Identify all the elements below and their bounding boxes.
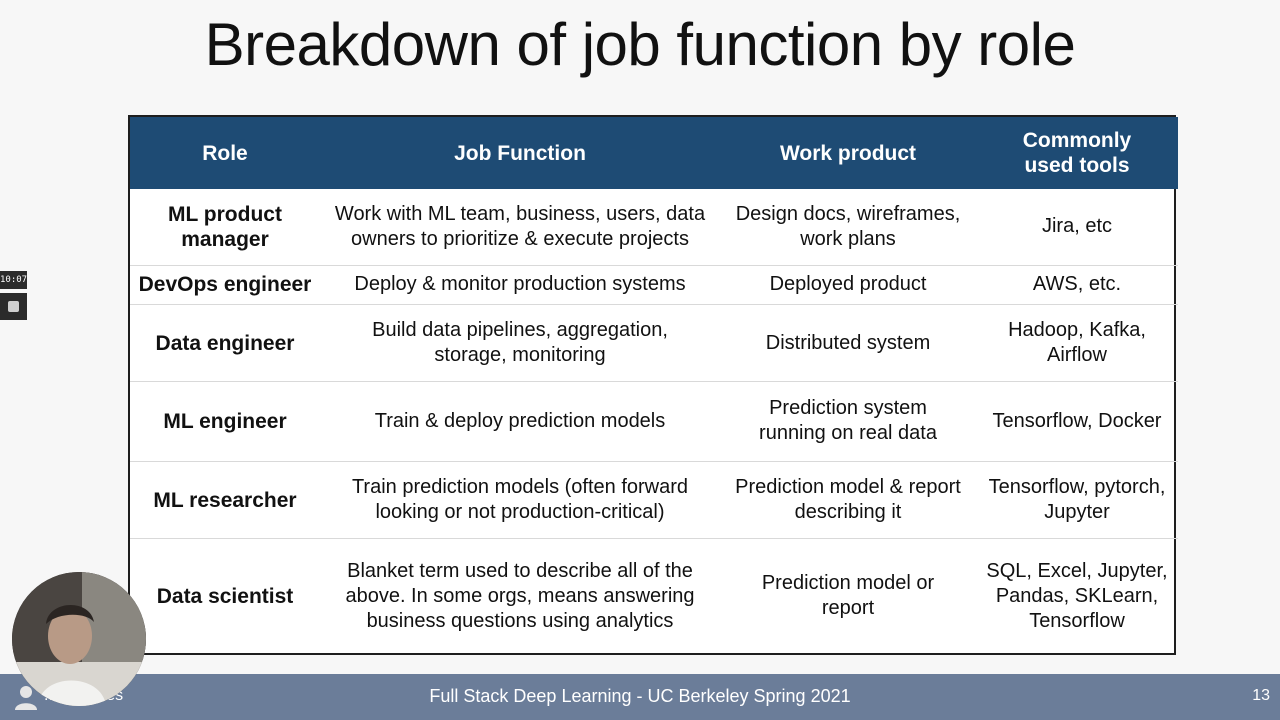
job-function-cell: Build data pipelines, aggregation, stora… — [372, 319, 668, 367]
header-job-function: Job Function — [454, 141, 586, 165]
work-product-text: Prediction system running on real data (… — [759, 396, 937, 448]
job-function-cell: Train & deploy prediction models — [374, 410, 666, 433]
work-product-cell: Prediction model & report describing it — [735, 476, 961, 524]
work-product-cell: Prediction model or report — [761, 572, 935, 620]
table-row: Data scientist Blanket term used to desc… — [130, 538, 1178, 653]
slide-title: Breakdown of job function by role — [204, 11, 1076, 78]
tools-cell: Jira, etc — [1041, 215, 1113, 238]
page-number: 13 — [1252, 687, 1270, 704]
role-cell: ML engineer — [163, 410, 287, 434]
role-cell: Data scientist — [156, 584, 294, 608]
tools-cell: SQL, Excel, Jupyter, Pandas, SKLearn, Te… — [986, 559, 1168, 632]
role-cell: ML product manager — [168, 202, 282, 251]
table-row: ML researcher Train prediction models (o… — [130, 461, 1178, 539]
stop-button[interactable] — [0, 293, 27, 320]
tools-cell: Tensorflow, Docker — [992, 410, 1162, 433]
work-product-cell: Distributed system — [765, 331, 931, 354]
header-role: Role — [202, 141, 248, 165]
job-function-cell: Blanket term used to describe all of the… — [345, 559, 695, 632]
table-row: ML engineer Train & deploy prediction mo… — [130, 381, 1178, 462]
tools-cell: Hadoop, Kafka, Airflow — [1008, 319, 1146, 367]
header-tools: Commonly used tools — [1022, 129, 1132, 177]
work-product-cell: Deployed product — [769, 273, 927, 296]
header-work-product: Work product — [779, 141, 917, 165]
presenter-image — [12, 572, 146, 706]
work-product-cell: Prediction system running on real data (… — [720, 382, 976, 462]
table-row: DevOps engineer Deploy & monitor product… — [130, 265, 1178, 304]
webcam-overlay — [12, 572, 146, 706]
role-cell: ML researcher — [153, 488, 297, 512]
job-function-cell: Work with ML team, business, users, data… — [334, 202, 706, 250]
table-row: ML product manager Work with ML team, bu… — [130, 189, 1178, 265]
tools-cell: Tensorflow, pytorch, Jupyter — [988, 476, 1166, 524]
job-function-cell: Deploy & monitor production systems — [354, 273, 686, 296]
role-cell: DevOps engineer — [138, 273, 312, 297]
roles-table: Role Job Function Work product Commonly … — [128, 115, 1178, 655]
footer-bar: ...ns - roles Full Stack Deep Learning -… — [0, 674, 1280, 720]
table-row: Data engineer Build data pipelines, aggr… — [130, 304, 1178, 382]
footer-center-text: Full Stack Deep Learning - UC Berkeley S… — [429, 686, 851, 706]
role-cell: Data engineer — [155, 331, 295, 355]
job-function-cell: Train prediction models (often forward l… — [351, 476, 689, 524]
table-header-row: Role Job Function Work product Commonly … — [130, 117, 1178, 189]
stop-icon — [8, 301, 19, 312]
work-product-cell: Design docs, wireframes, work plans — [735, 202, 961, 250]
recording-time: 10:07 — [0, 271, 27, 289]
tools-cell: AWS, etc. — [1032, 273, 1122, 296]
